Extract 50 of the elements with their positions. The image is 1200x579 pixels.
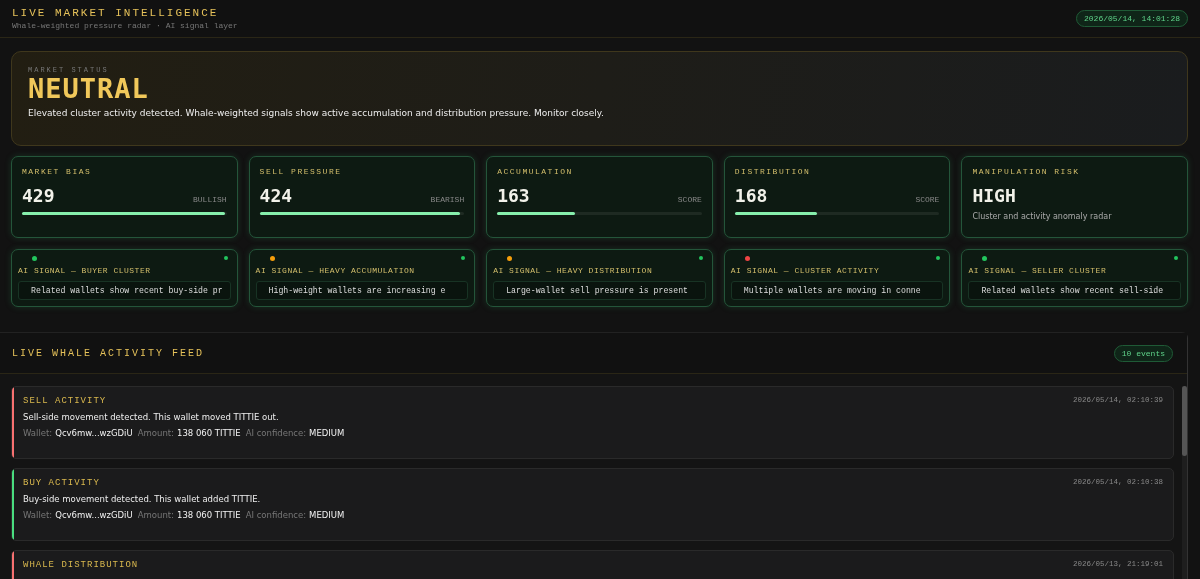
timestamp-badge: 2026/05/14, 14:01:28 (1076, 10, 1188, 27)
event-title: SELL ACTIVITY (23, 396, 107, 406)
detail-label: AI confidence: (245, 428, 307, 438)
metric-value: 424 (259, 185, 293, 206)
scrollbar[interactable] (1182, 386, 1187, 579)
metric-tag: BULLISH (193, 195, 227, 206)
signal-title: AI SIGNAL — SELLER CLUSTER (968, 266, 1108, 275)
metric-note: Cluster and activity anomaly radar (972, 212, 1113, 221)
signal-message: High-weight wallets are increasing e (255, 281, 469, 300)
status-value: NEUTRAL (28, 74, 150, 104)
metric-label: SELL PRESSURE (259, 167, 343, 176)
metric-label: DISTRIBUTION (734, 167, 812, 176)
detail-label: Amount: (137, 510, 174, 520)
metric-label: ACCUMULATION (497, 167, 574, 176)
metric-tag: BEARISH (430, 195, 465, 206)
signal-title: AI SIGNAL — CLUSTER ACTIVITY (730, 266, 881, 275)
signal-title: AI SIGNAL — HEAVY ACCUMULATION (255, 266, 416, 275)
event-count-badge: 10 events (1113, 344, 1173, 362)
metric-label: MARKET BIAS (22, 167, 93, 176)
detail-label: AI confidence: (245, 510, 307, 520)
detail-value: Qcv6mw...wzGDiU (55, 510, 133, 520)
signal-title: AI SIGNAL — HEAVY DISTRIBUTION (493, 266, 654, 275)
detail-label: Wallet: (23, 428, 53, 438)
metric-label: MANIPULATION RISK (972, 167, 1081, 176)
signal-message: Related wallets show recent sell-side (968, 281, 1181, 300)
event-title: BUY ACTIVITY (23, 478, 100, 488)
status-description: Elevated cluster activity detected. Whale-weighted signals show active accumulation and distribution pressure. Monitor closely. (28, 107, 605, 118)
metric-value: 163 (497, 185, 530, 206)
signal-message: Related wallets show recent buy-side pr (18, 281, 231, 300)
feed-title: LIVE WHALE ACTIVITY FEED (12, 347, 205, 359)
event-title: WHALE DISTRIBUTION (23, 560, 139, 570)
detail-value: 138 060 TITTIE (177, 428, 241, 438)
metric-value: 168 (734, 185, 768, 206)
metric-value: 429 (22, 185, 55, 206)
event-description: Buy-side movement detected. This wallet added TITTIE. (23, 494, 262, 504)
signal-message: Large-wallet sell pressure is present (493, 281, 706, 300)
page-title: LIVE MARKET INTELLIGENCE (12, 7, 220, 19)
detail-label: Amount: (137, 428, 174, 438)
detail-value: Qcv6mw...wzGDiU (55, 428, 133, 438)
detail-label: Wallet: (23, 510, 53, 520)
metric-value: HIGH (972, 185, 1016, 206)
signal-title: AI SIGNAL — BUYER CLUSTER (18, 266, 152, 275)
metric-tag: SCORE (677, 195, 702, 206)
metric-tag: SCORE (915, 195, 940, 206)
page-subtitle: Whale-weighted pressure radar · AI signal layer (12, 21, 238, 30)
detail-value: 138 060 TITTIE (177, 510, 241, 520)
detail-value: MEDIUM (309, 510, 345, 520)
detail-value: MEDIUM (309, 428, 345, 438)
signal-message: Multiple wallets are moving in conne (730, 281, 944, 300)
event-description: Sell-side movement detected. This wallet moved TITTIE out. (23, 412, 280, 422)
